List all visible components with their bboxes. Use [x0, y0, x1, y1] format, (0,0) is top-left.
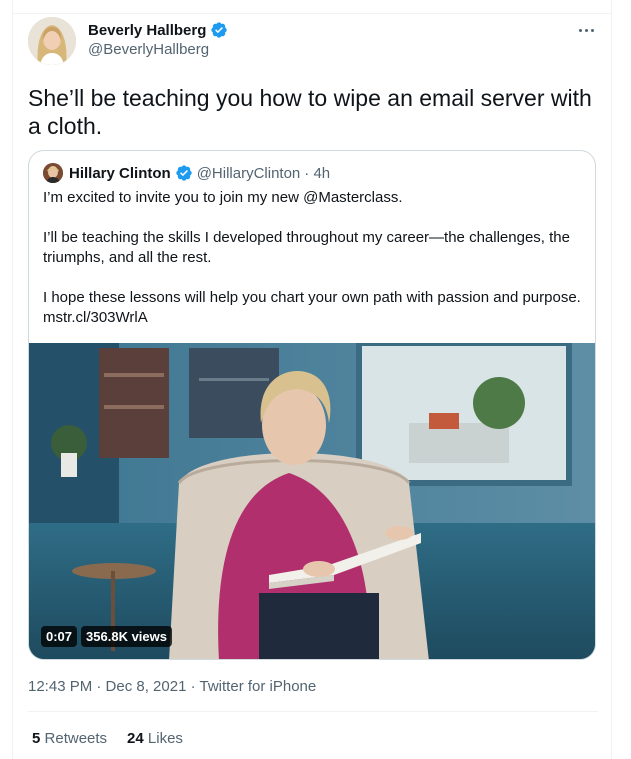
more-dot: [584, 28, 588, 32]
tweet-timestamp[interactable]: 12:43 PM · Dec 8, 2021: [28, 678, 186, 695]
video-overlay: 0:07 356.8K views: [41, 626, 172, 647]
top-divider: [12, 13, 612, 14]
video-thumbnail: [29, 343, 595, 659]
quoted-author-name[interactable]: Hillary Clinton: [69, 165, 171, 182]
likes-count: 24: [127, 730, 144, 747]
retweets-stat[interactable]: 5 Retweets: [32, 730, 107, 747]
quoted-line-3: I hope these lessons will help you chart…: [43, 289, 581, 306]
author-name[interactable]: Beverly Hallberg: [88, 21, 228, 39]
tweet-stats: 5 Retweets 24 Likes: [32, 730, 183, 747]
more-options-icon[interactable]: [574, 18, 598, 42]
meta-separator: ·: [190, 678, 196, 695]
author-name-text[interactable]: Beverly Hallberg: [88, 22, 206, 39]
more-dot: [590, 28, 594, 32]
likes-stat[interactable]: 24 Likes: [127, 730, 183, 747]
retweets-label: Retweets: [44, 730, 108, 747]
author-avatar[interactable]: [28, 17, 76, 65]
quoted-text: I’m excited to invite you to join my new…: [43, 188, 588, 328]
verified-badge-icon: [176, 165, 192, 181]
stats-divider: [28, 711, 598, 712]
likes-label: Likes: [147, 730, 183, 747]
quoted-line-2: I’ll be teaching the skills I developed …: [43, 229, 570, 266]
tweet-text: She’ll be teaching you how to wipe an em…: [28, 85, 592, 139]
quoted-author-avatar[interactable]: [43, 163, 63, 183]
tweet-client[interactable]: Twitter for iPhone: [200, 678, 317, 695]
quoted-header: Hillary Clinton @HillaryClinton · 4h: [43, 163, 330, 183]
verified-badge-icon: [211, 22, 228, 38]
quoted-age: · 4h: [304, 164, 331, 182]
more-dot: [578, 28, 582, 32]
quoted-tweet-card[interactable]: Hillary Clinton @HillaryClinton · 4h I’m…: [28, 150, 596, 660]
quoted-author-handle[interactable]: @HillaryClinton: [197, 165, 301, 182]
video-player[interactable]: 0:07 356.8K views: [29, 343, 595, 659]
tweet-meta: 12:43 PM · Dec 8, 2021 · Twitter for iPh…: [28, 678, 316, 695]
author-handle[interactable]: @BeverlyHallberg: [88, 41, 209, 58]
video-views: 356.8K views: [81, 626, 172, 647]
retweets-count: 5: [32, 730, 41, 747]
quoted-link[interactable]: mstr.cl/303WrlA: [43, 308, 588, 328]
video-timestamp: 0:07: [41, 626, 78, 647]
quoted-line-1: I’m excited to invite you to join my new…: [43, 189, 403, 206]
